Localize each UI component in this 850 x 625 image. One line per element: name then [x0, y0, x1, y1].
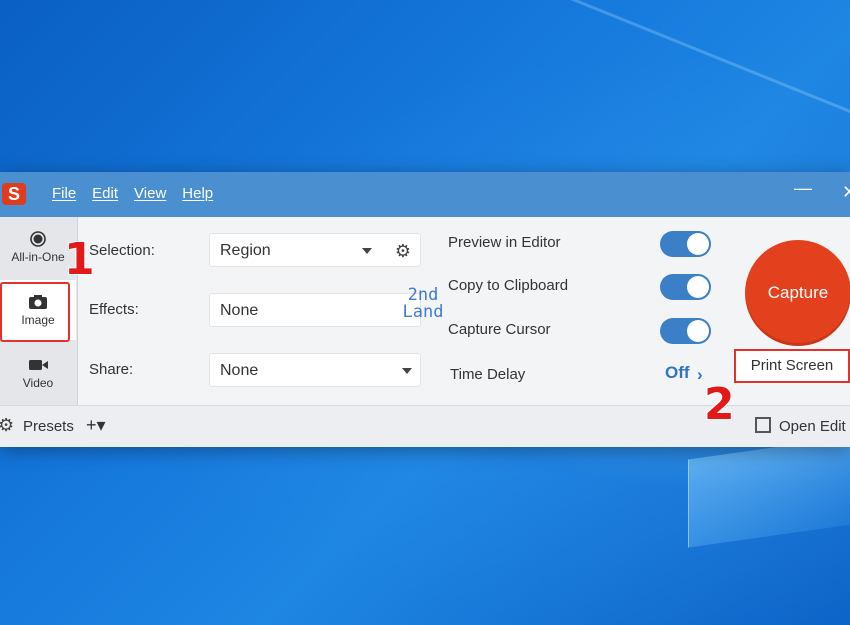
effects-value: None — [220, 302, 259, 319]
minimize-button[interactable]: — — [794, 178, 812, 199]
presets-gear-icon[interactable]: ⚙ — [0, 415, 14, 436]
copy-to-clipboard-toggle[interactable] — [660, 274, 711, 300]
selection-value: Region — [220, 242, 271, 259]
menu-bar: File Edit View Help — [52, 185, 229, 202]
title-bar: S File Edit View Help — ✕ — [0, 172, 850, 217]
effects-dropdown[interactable]: None — [209, 293, 421, 327]
effects-label: Effects: — [89, 301, 139, 318]
copy-to-clipboard-label: Copy to Clipboard — [448, 277, 569, 294]
annotation-step-2: 2 — [704, 379, 735, 430]
menu-edit[interactable]: Edit — [92, 185, 118, 202]
selection-label: Selection: — [89, 242, 155, 259]
share-label: Share: — [89, 361, 134, 378]
time-delay-value[interactable]: Off — [665, 363, 690, 383]
share-value: None — [220, 362, 259, 379]
preview-in-editor-label: Preview in Editor — [448, 234, 561, 251]
close-button[interactable]: ✕ — [842, 182, 850, 203]
preview-in-editor-toggle[interactable] — [660, 231, 711, 257]
snagit-logo-icon: S — [2, 183, 26, 205]
annotation-step-1: 1 — [64, 234, 95, 285]
chevron-right-icon[interactable]: › — [697, 365, 703, 385]
video-camera-icon — [29, 360, 48, 370]
gear-icon[interactable]: ⚙ — [395, 241, 411, 262]
menu-view[interactable]: View — [134, 185, 166, 202]
chevron-down-icon — [402, 368, 412, 374]
capture-hotkey-field[interactable]: Print Screen — [734, 349, 850, 383]
time-delay-label: Time Delay — [450, 366, 526, 383]
open-editor-button[interactable]: Open Edit — [779, 418, 846, 435]
add-preset-button[interactable]: +▾ — [86, 415, 106, 436]
share-dropdown[interactable]: None — [209, 353, 421, 387]
all-in-one-icon — [30, 231, 46, 247]
tab-all-in-one-label: All-in-One — [11, 250, 65, 264]
tab-video[interactable]: Video — [0, 343, 76, 403]
presets-label[interactable]: Presets — [23, 418, 74, 435]
capture-cursor-toggle[interactable] — [660, 318, 711, 344]
capture-button[interactable]: Capture — [745, 240, 850, 346]
open-editor-icon[interactable] — [755, 417, 771, 433]
watermark-logo: 2nd Land — [395, 287, 451, 323]
image-tab-highlight — [0, 282, 70, 342]
capture-cursor-label: Capture Cursor — [448, 321, 551, 338]
watermark-line-2: Land — [402, 302, 444, 322]
selection-dropdown[interactable]: Region ⚙ — [209, 233, 421, 267]
tab-video-label: Video — [22, 376, 54, 390]
chevron-down-icon — [362, 248, 372, 254]
menu-help[interactable]: Help — [182, 185, 213, 202]
menu-file[interactable]: File — [52, 185, 76, 202]
